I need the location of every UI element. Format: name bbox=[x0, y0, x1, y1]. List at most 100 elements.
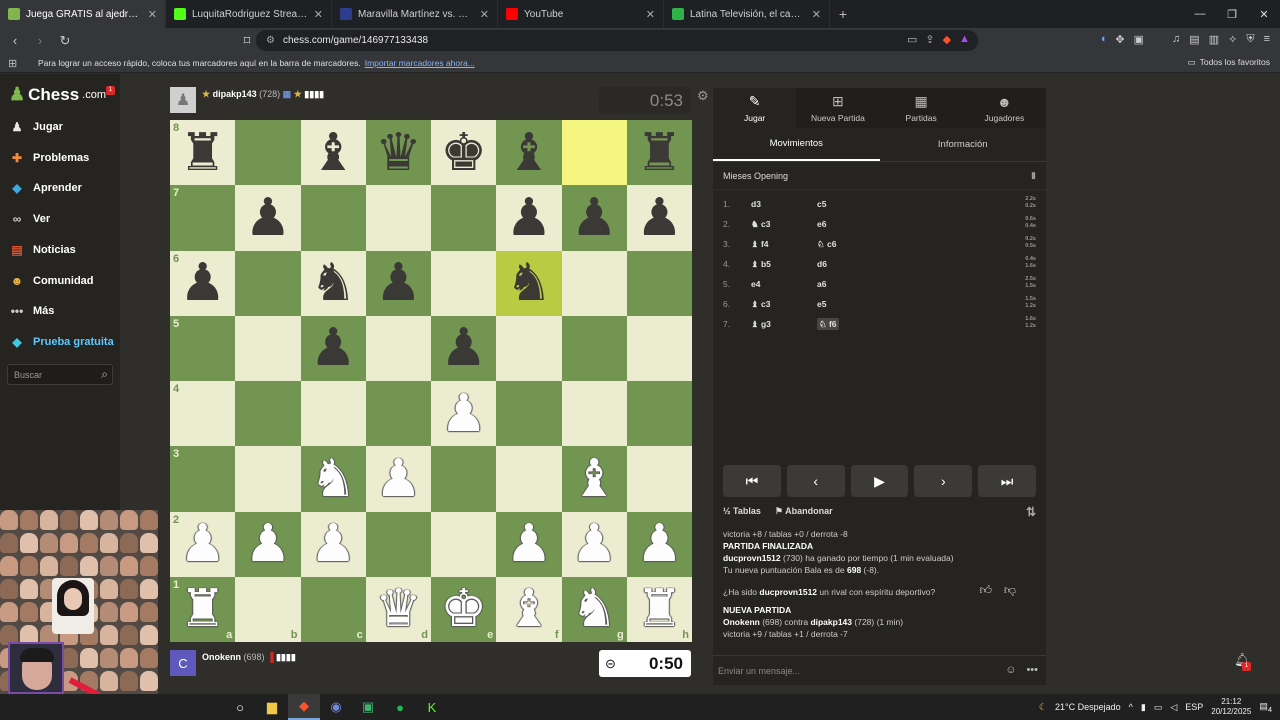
discord-icon[interactable]: ◉ bbox=[320, 694, 352, 720]
white-bishop-icon[interactable]: ♝ bbox=[506, 583, 553, 635]
thumbs-down-icon[interactable]: 👎︎ bbox=[1004, 584, 1016, 596]
tab-nueva-partida[interactable]: ⊞ Nueva Partida bbox=[796, 88, 879, 128]
chat-winner[interactable]: ducprovn1512 bbox=[723, 553, 781, 563]
white-move[interactable]: d3 bbox=[751, 199, 817, 209]
music-icon[interactable]: ♫ bbox=[1172, 33, 1180, 46]
square-d3[interactable]: ♟ bbox=[365, 446, 431, 512]
brave-browser-icon[interactable]: ◆ bbox=[288, 694, 320, 720]
square-d2[interactable] bbox=[365, 511, 431, 577]
black-move[interactable]: e5 bbox=[817, 299, 826, 309]
white-move[interactable]: ♝ c3 bbox=[751, 299, 817, 310]
square-f5[interactable] bbox=[496, 315, 562, 381]
black-pawn-icon[interactable]: ♟ bbox=[506, 192, 553, 244]
sidebar-item-noticias[interactable]: ▤ Noticias bbox=[8, 241, 75, 259]
black-move[interactable]: a6 bbox=[817, 279, 826, 289]
back-icon[interactable]: ‹ bbox=[5, 31, 25, 51]
square-e5[interactable]: ♟ bbox=[431, 315, 497, 381]
bottom-player-avatar[interactable]: C bbox=[170, 650, 196, 676]
white-knight-icon[interactable]: ♞ bbox=[310, 453, 357, 505]
forward-icon[interactable]: › bbox=[30, 31, 50, 51]
square-f2[interactable]: ♟ bbox=[496, 511, 562, 577]
square-d1[interactable]: d ♛ bbox=[365, 576, 431, 642]
white-rook-icon[interactable]: ♜ bbox=[636, 583, 683, 635]
notifications-bell-icon[interactable]: 🔔︎ 1 bbox=[1234, 652, 1251, 671]
white-king-icon[interactable]: ♚ bbox=[440, 583, 487, 635]
square-g7[interactable]: ♟ bbox=[561, 185, 627, 251]
spotify-icon[interactable]: ● bbox=[384, 694, 416, 720]
subtab-movimientos[interactable]: Movimientos bbox=[713, 128, 880, 161]
flip-board-icon[interactable]: ⇅ bbox=[1026, 505, 1036, 519]
sidebar-item-ver[interactable]: ∞ Ver bbox=[8, 210, 50, 228]
close-icon[interactable]: ✕ bbox=[1248, 0, 1280, 28]
opening-name[interactable]: Mieses Opening bbox=[723, 171, 788, 181]
close-tab-icon[interactable]: ✕ bbox=[646, 8, 655, 21]
site-info-icon[interactable]: ⚙ bbox=[266, 35, 275, 46]
square-d5[interactable] bbox=[365, 315, 431, 381]
square-a2[interactable]: 2 ♟ bbox=[170, 511, 236, 577]
reload-icon[interactable]: ↻ bbox=[55, 31, 75, 51]
square-c5[interactable]: ♟ bbox=[300, 315, 366, 381]
square-h1[interactable]: h ♜ bbox=[626, 576, 692, 642]
white-pawn-icon[interactable]: ♟ bbox=[440, 388, 487, 440]
sidebar-item-aprender[interactable]: ◆ Aprender bbox=[8, 179, 82, 197]
square-b3[interactable] bbox=[235, 446, 301, 512]
chat-sport-name[interactable]: ducprovn1512 bbox=[759, 587, 817, 597]
square-h2[interactable]: ♟ bbox=[626, 511, 692, 577]
restore-icon[interactable]: ❐ bbox=[1216, 0, 1248, 28]
speech-icon[interactable]: ◖ bbox=[1100, 33, 1107, 46]
search-icon[interactable]: ⌕ bbox=[101, 367, 108, 382]
square-c3[interactable]: ♞ bbox=[300, 446, 366, 512]
white-move[interactable]: ♝ b5 bbox=[751, 259, 817, 270]
apps-icon[interactable]: ⊞ bbox=[8, 57, 17, 70]
white-pawn-icon[interactable]: ♟ bbox=[310, 518, 357, 570]
wallet-icon[interactable]: ▥ bbox=[1209, 33, 1219, 46]
thumbs-up-icon[interactable]: 👍︎ bbox=[979, 584, 992, 596]
square-c6[interactable]: ♞ bbox=[300, 250, 366, 316]
square-e4[interactable]: ♟ bbox=[431, 381, 497, 447]
white-move[interactable]: e4 bbox=[751, 279, 817, 289]
black-queen-icon[interactable]: ♛ bbox=[375, 127, 422, 179]
sidebar-icon[interactable]: ▤ bbox=[1189, 33, 1199, 46]
square-a1[interactable]: 1 a ♜ bbox=[170, 576, 236, 642]
sidebar-item-prueba-gratuita[interactable]: ◆ Prueba gratuita bbox=[8, 333, 113, 351]
square-b6[interactable] bbox=[235, 250, 301, 316]
white-pawn-icon[interactable]: ♟ bbox=[179, 518, 226, 570]
white-move[interactable]: ♞ c3 bbox=[751, 219, 817, 230]
square-e2[interactable] bbox=[431, 511, 497, 577]
sidebar-item-comunidad[interactable]: ☻ Comunidad bbox=[8, 272, 94, 290]
next-move-button[interactable]: › bbox=[914, 465, 973, 497]
vpn-icon[interactable]: ⛨ bbox=[1246, 33, 1254, 46]
chat-message-input[interactable]: Enviar un mensaje... ☺ ••• bbox=[713, 655, 1046, 685]
square-a3[interactable]: 3 bbox=[170, 446, 236, 512]
square-h3[interactable] bbox=[626, 446, 692, 512]
square-c1[interactable]: c bbox=[300, 576, 366, 642]
square-g4[interactable] bbox=[561, 381, 627, 447]
square-f8[interactable]: ♝ bbox=[496, 120, 562, 186]
xbox-icon[interactable]: ▣ bbox=[352, 694, 384, 720]
top-player-name[interactable]: dipakp143 bbox=[213, 89, 257, 99]
square-h5[interactable] bbox=[626, 315, 692, 381]
browser-tab[interactable]: YouTube ✕ bbox=[498, 0, 664, 28]
white-pawn-icon[interactable]: ♟ bbox=[571, 518, 618, 570]
weather-text[interactable]: 21°C Despejado bbox=[1055, 702, 1121, 712]
square-b7[interactable]: ♟ bbox=[235, 185, 301, 251]
play-moves-button[interactable]: ▶ bbox=[850, 465, 909, 497]
white-move[interactable]: ♝ g3 bbox=[751, 319, 817, 330]
brave-shield-icon[interactable]: ◆ bbox=[943, 33, 951, 46]
square-g2[interactable]: ♟ bbox=[561, 511, 627, 577]
white-move[interactable]: ♝ f4 bbox=[751, 239, 817, 250]
resign-button[interactable]: ⚑ Abandonar bbox=[775, 506, 833, 517]
white-pawn-icon[interactable]: ♟ bbox=[375, 453, 422, 505]
import-bookmarks-link[interactable]: Importar marcadores ahora... bbox=[365, 58, 475, 68]
subtab-información[interactable]: Información bbox=[880, 128, 1047, 161]
square-h7[interactable]: ♟ bbox=[626, 185, 692, 251]
menu-icon[interactable]: ≡ bbox=[1264, 33, 1270, 46]
leo-icon[interactable]: ✧ bbox=[1228, 33, 1237, 46]
square-e8[interactable]: ♚ bbox=[431, 120, 497, 186]
browser-tab[interactable]: Juega GRATIS al ajedrez onlin ✕ bbox=[0, 0, 166, 28]
cast-icon[interactable]: ▭ bbox=[907, 33, 917, 46]
chess-logo[interactable]: ♟ Chess .com bbox=[9, 84, 106, 105]
square-b1[interactable]: b bbox=[235, 576, 301, 642]
square-a8[interactable]: 8 ♜ bbox=[170, 120, 236, 186]
volume-icon[interactable]: ◁ bbox=[1170, 702, 1177, 713]
